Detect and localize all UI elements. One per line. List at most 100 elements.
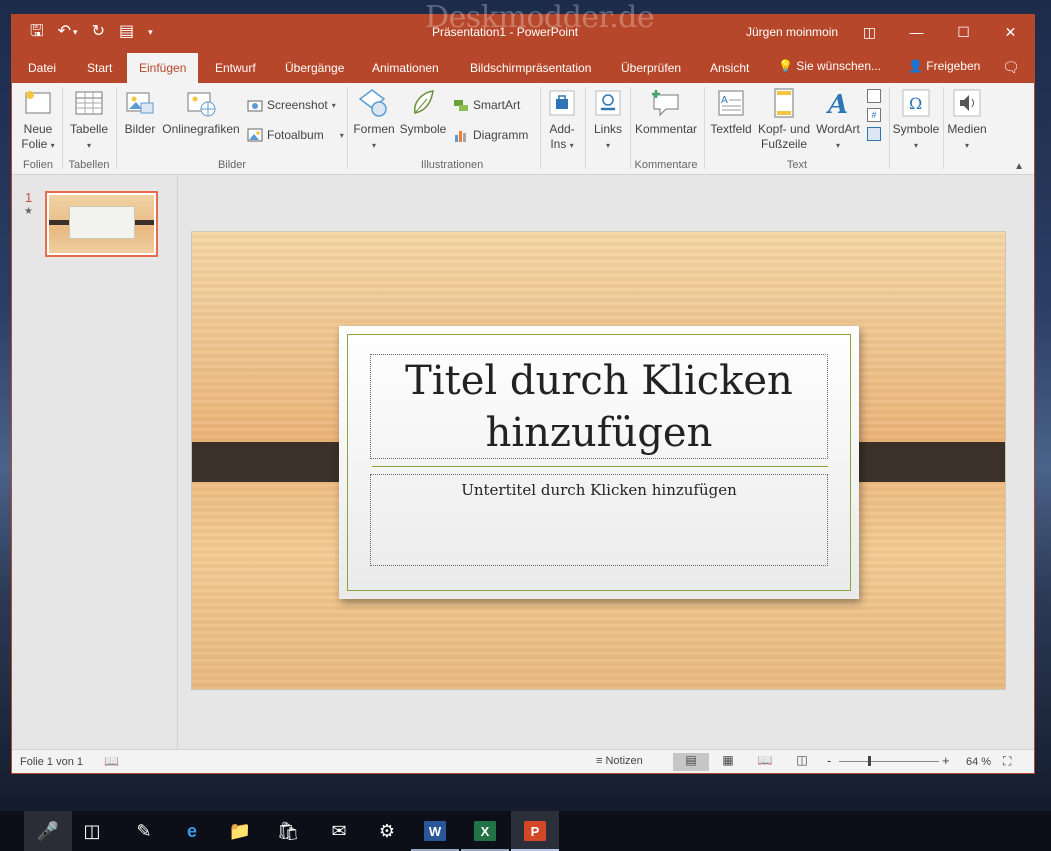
word-icon[interactable]: W <box>411 811 459 851</box>
settings-icon[interactable]: ⚙ <box>363 811 411 851</box>
share-label: Freigeben <box>926 59 981 73</box>
collapse-ribbon-icon[interactable]: ▲ <box>1014 161 1024 172</box>
smartart-button[interactable]: SmartArt <box>453 97 520 113</box>
present-from-start-icon[interactable]: ▤ <box>119 23 134 41</box>
slide-band-right <box>841 442 1005 482</box>
wordart-button[interactable]: A WordArt ▾ <box>815 87 861 153</box>
link-icon <box>592 87 624 119</box>
comment-button[interactable]: Kommentar <box>633 87 699 137</box>
pictures-icon <box>124 87 156 119</box>
header-footer-label-2: Fußzeile <box>760 137 807 151</box>
tab-animationen[interactable]: Animationen <box>372 57 439 79</box>
subtitle-placeholder[interactable]: Untertitel durch Klicken hinzufügen <box>370 474 828 566</box>
zoom-out-button[interactable]: - <box>827 753 831 768</box>
slide-thumbnail-pane[interactable]: 1 ★ <box>12 176 178 750</box>
zoom-in-button[interactable]: + <box>942 753 950 768</box>
addins-button[interactable]: Add- Ins ▾ <box>544 87 580 153</box>
ribbon-display-options-icon[interactable]: ◫ <box>846 15 893 49</box>
slide-canvas[interactable]: Titel durch Klicken hinzufügen Untertite… <box>191 231 1006 690</box>
online-pictures-label: Onlinegrafiken <box>162 122 240 136</box>
object-icon[interactable] <box>867 127 881 141</box>
tab-start[interactable]: Start <box>87 57 112 79</box>
comment-label: Kommentar <box>634 122 698 136</box>
excel-icon[interactable]: X <box>461 811 509 851</box>
notes-button[interactable]: ≡ Notizen <box>596 755 643 767</box>
slide-editing-area: Titel durch Klicken hinzufügen Untertite… <box>179 176 1034 750</box>
maximize-button[interactable]: ☐ <box>940 15 987 49</box>
group-label-tabellen: Tabellen <box>68 159 110 171</box>
close-button[interactable]: ✕ <box>987 15 1034 49</box>
tab-entwurf[interactable]: Entwurf <box>215 57 256 79</box>
redo-icon[interactable]: ↻ <box>92 23 105 41</box>
textbox-icon: A <box>715 87 747 119</box>
ribbon-tabs: Datei Start Einfügen Entwurf Übergänge A… <box>12 51 1034 83</box>
thumbnail-card <box>69 206 135 239</box>
media-button[interactable]: Medien ▾ <box>946 87 988 153</box>
table-button[interactable]: Tabelle ▾ <box>67 87 111 153</box>
icons-button[interactable]: Symbole <box>398 87 448 137</box>
addins-label-1: Add- <box>549 122 575 136</box>
textbox-button[interactable]: A Textfeld <box>709 87 753 137</box>
minimize-button[interactable]: — <box>893 15 940 49</box>
pictures-button[interactable]: Bilder <box>122 87 158 137</box>
photo-album-label: Fotoalbum <box>267 128 324 142</box>
task-view-icon[interactable]: ◫ <box>68 811 116 851</box>
customize-qat-icon[interactable]: ▾ <box>148 23 153 41</box>
undo-dropdown-icon[interactable]: ▾ <box>73 23 78 41</box>
svg-text:A: A <box>825 90 848 119</box>
powerpoint-icon[interactable]: P <box>511 811 559 851</box>
comments-icon[interactable]: 🗨 <box>1002 59 1020 76</box>
zoom-slider-track[interactable] <box>839 761 939 762</box>
reading-view-button[interactable]: 📖 <box>747 753 783 771</box>
slide-sorter-view-button[interactable]: ▦ <box>710 753 746 771</box>
ink-workspace-icon[interactable]: ✎ <box>120 811 168 851</box>
header-footer-button[interactable]: Kopf- und Fußzeile <box>755 87 813 152</box>
photo-album-button[interactable]: Fotoalbum ▾ <box>247 127 344 143</box>
spelling-check-icon[interactable]: 📖 <box>104 754 119 768</box>
online-pictures-button[interactable]: Onlinegrafiken <box>160 87 242 137</box>
tell-me-text: Sie wünschen... <box>796 59 882 73</box>
online-pictures-icon <box>185 87 217 119</box>
user-name[interactable]: Jürgen moinmoin <box>746 25 838 39</box>
microphone-icon[interactable]: 🎤 <box>24 811 72 851</box>
smartart-icon <box>453 97 469 113</box>
fit-to-window-icon[interactable]: ⛶ <box>1003 754 1011 769</box>
tab-datei[interactable]: Datei <box>28 57 56 79</box>
new-slide-button[interactable]: Neue Folie ▾ <box>18 87 58 153</box>
mail-icon[interactable]: ✉ <box>315 811 363 851</box>
share-button[interactable]: 👤 Freigeben <box>908 59 980 73</box>
file-explorer-icon[interactable]: 📁 <box>216 811 264 851</box>
tell-me-box[interactable]: 💡 Sie wünschen... <box>778 59 881 73</box>
slideshow-view-button[interactable]: ◫ <box>784 753 820 771</box>
store-icon <box>546 87 578 119</box>
screenshot-button[interactable]: Screenshot ▾ <box>247 97 336 113</box>
links-button[interactable]: Links ▾ <box>590 87 626 153</box>
tab-einfuegen[interactable]: Einfügen <box>127 53 199 83</box>
slide-thumbnail[interactable] <box>45 191 158 257</box>
normal-view-button[interactable]: ▤ <box>673 753 709 771</box>
title-placeholder[interactable]: Titel durch Klicken hinzufügen <box>370 354 828 459</box>
edge-icon[interactable]: e <box>168 811 216 851</box>
symbols-button[interactable]: Ω Symbole ▾ <box>892 87 940 153</box>
status-bar: Folie 1 von 1 📖 ≡ Notizen ▤ ▦ 📖 ◫ - + 64… <box>12 749 1034 773</box>
tab-ueberpruefen[interactable]: Überprüfen <box>621 57 681 79</box>
undo-icon[interactable]: ↶ <box>58 23 71 41</box>
tab-ansicht[interactable]: Ansicht <box>710 57 749 79</box>
tab-bildschirmpraesentation[interactable]: Bildschirmpräsentation <box>470 57 591 79</box>
slide-counter[interactable]: Folie 1 von 1 <box>20 756 83 768</box>
chart-label: Diagramm <box>473 128 529 142</box>
title-line-2: hinzufügen <box>485 410 713 456</box>
screenshot-icon <box>247 97 263 113</box>
save-icon[interactable]: 🖫 <box>30 23 44 41</box>
store-taskbar-icon[interactable]: 🛍 <box>264 811 312 851</box>
chart-button[interactable]: Diagramm <box>453 127 528 143</box>
media-label: Medien <box>947 122 987 136</box>
zoom-level[interactable]: 64 % <box>966 756 991 768</box>
date-time-icon[interactable] <box>867 89 881 103</box>
shapes-label: Formen <box>353 122 395 136</box>
slide-number-icon[interactable]: # <box>867 108 881 122</box>
tab-uebergaenge[interactable]: Übergänge <box>285 57 344 79</box>
header-footer-icon <box>768 87 800 119</box>
zoom-slider-thumb[interactable] <box>868 756 871 766</box>
shapes-button[interactable]: Formen ▾ <box>352 87 396 153</box>
